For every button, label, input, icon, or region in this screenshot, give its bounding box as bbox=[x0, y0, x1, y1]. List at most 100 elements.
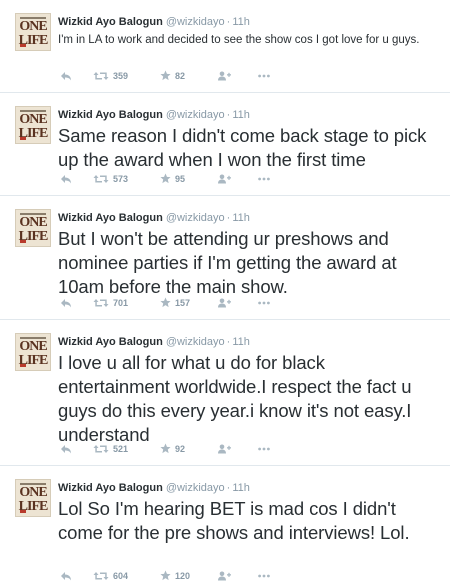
reply-icon bbox=[61, 571, 71, 581]
more-button[interactable] bbox=[258, 68, 270, 82]
tweet-text: But I won't be attending ur preshows and… bbox=[58, 228, 397, 297]
tweet-timestamp[interactable]: 11h bbox=[232, 336, 250, 348]
tweet-header: Wizkid Ayo Balogun @wizkidayo · 11h bbox=[58, 0, 440, 29]
user-handle[interactable]: @wizkidayo bbox=[166, 212, 225, 224]
follow-button[interactable] bbox=[218, 568, 231, 582]
favorite-button[interactable]: 120 bbox=[160, 568, 190, 582]
more-icon bbox=[258, 177, 270, 181]
reply-button[interactable] bbox=[60, 171, 72, 185]
follow-button[interactable] bbox=[218, 441, 231, 455]
follow-icon bbox=[218, 444, 231, 454]
tweet[interactable]: ONE LIFE Wizkid Ayo Balogun @wizkidayo · 11h… bbox=[0, 93, 450, 196]
favorite-count: 82 bbox=[175, 70, 186, 81]
tweet-header: Wizkid Ayo Balogun @wizkidayo · 11h bbox=[58, 466, 440, 495]
user-handle[interactable]: @wizkidayo bbox=[166, 109, 225, 121]
avatar[interactable]: ONE LIFE bbox=[15, 333, 51, 371]
avatar[interactable]: ONE LIFE bbox=[15, 479, 51, 517]
user-handle[interactable]: @wizkidayo bbox=[166, 482, 225, 494]
reply-icon bbox=[61, 298, 71, 308]
user-name[interactable]: Wizkid Ayo Balogun bbox=[58, 336, 163, 348]
avatar[interactable]: ONE LIFE bbox=[15, 106, 51, 144]
more-icon bbox=[258, 447, 270, 451]
reply-button[interactable] bbox=[60, 441, 72, 455]
user-name[interactable]: Wizkid Ayo Balogun bbox=[58, 16, 163, 28]
retweet-button[interactable]: 573 bbox=[93, 171, 128, 185]
more-button[interactable] bbox=[258, 568, 270, 582]
star-icon bbox=[160, 297, 171, 308]
star-icon bbox=[160, 70, 171, 81]
more-icon bbox=[258, 301, 270, 305]
user-name[interactable]: Wizkid Ayo Balogun bbox=[58, 212, 163, 224]
separator-dot: · bbox=[226, 336, 231, 348]
tweet-text: Lol So I'm hearing BET is mad cos I didn… bbox=[58, 498, 410, 543]
retweet-count: 604 bbox=[113, 570, 129, 581]
favorite-button[interactable]: 95 bbox=[160, 171, 185, 185]
favorite-button[interactable]: 92 bbox=[160, 441, 185, 455]
user-name[interactable]: Wizkid Ayo Balogun bbox=[58, 109, 163, 121]
tweet-timestamp[interactable]: 11h bbox=[232, 482, 250, 494]
tweet-timestamp[interactable]: 11h bbox=[232, 212, 250, 224]
follow-button[interactable] bbox=[218, 68, 231, 82]
star-icon bbox=[160, 443, 171, 454]
tweet-text: I'm in LA to work and decided to see the… bbox=[58, 34, 420, 46]
more-button[interactable] bbox=[258, 295, 270, 309]
separator-dot: · bbox=[226, 109, 231, 121]
tweet-text: I love u all for what u do for black ent… bbox=[58, 352, 412, 445]
separator-dot: · bbox=[226, 482, 231, 494]
more-icon bbox=[258, 74, 270, 78]
retweet-count: 573 bbox=[113, 173, 129, 184]
follow-icon bbox=[218, 298, 231, 308]
follow-button[interactable] bbox=[218, 295, 231, 309]
tweet-timeline: ONE LIFE Wizkid Ayo Balogun @wizkidayo · 11h… bbox=[0, 0, 450, 588]
tweet-header: Wizkid Ayo Balogun @wizkidayo · 11h bbox=[58, 93, 440, 122]
tweet-header: Wizkid Ayo Balogun @wizkidayo · 11h bbox=[58, 196, 440, 225]
star-icon bbox=[160, 173, 171, 184]
reply-icon bbox=[61, 71, 71, 81]
user-handle[interactable]: @wizkidayo bbox=[166, 336, 225, 348]
tweet[interactable]: ONE LIFE Wizkid Ayo Balogun @wizkidayo · 11h… bbox=[0, 466, 450, 588]
tweet-timestamp[interactable]: 11h bbox=[232, 109, 250, 121]
star-icon bbox=[160, 570, 171, 581]
favorite-count: 120 bbox=[175, 570, 191, 581]
tweet[interactable]: ONE LIFE Wizkid Ayo Balogun @wizkidayo · 11h… bbox=[0, 0, 450, 93]
reply-button[interactable] bbox=[60, 568, 72, 582]
retweet-icon bbox=[93, 71, 109, 80]
retweet-count: 521 bbox=[113, 443, 129, 454]
avatar[interactable]: ONE LIFE bbox=[15, 209, 51, 247]
retweet-button[interactable]: 359 bbox=[93, 68, 128, 82]
tweet-text: Same reason I didn't come back stage to … bbox=[58, 125, 427, 170]
more-button[interactable] bbox=[258, 171, 270, 185]
user-handle[interactable]: @wizkidayo bbox=[166, 16, 225, 28]
separator-dot: · bbox=[226, 212, 231, 224]
reply-button[interactable] bbox=[60, 68, 72, 82]
tweet-header: Wizkid Ayo Balogun @wizkidayo · 11h bbox=[58, 320, 440, 349]
user-name[interactable]: Wizkid Ayo Balogun bbox=[58, 482, 163, 494]
follow-button[interactable] bbox=[218, 171, 231, 185]
favorite-count: 92 bbox=[175, 443, 186, 454]
reply-icon bbox=[61, 174, 71, 184]
tweet[interactable]: ONE LIFE Wizkid Ayo Balogun @wizkidayo · 11h… bbox=[0, 320, 450, 466]
more-icon bbox=[258, 574, 270, 578]
retweet-count: 701 bbox=[113, 297, 129, 308]
follow-icon bbox=[218, 71, 231, 81]
retweet-button[interactable]: 701 bbox=[93, 295, 128, 309]
retweet-icon bbox=[93, 298, 109, 307]
reply-button[interactable] bbox=[60, 295, 72, 309]
favorite-count: 157 bbox=[175, 297, 191, 308]
separator-dot: · bbox=[226, 16, 231, 28]
retweet-button[interactable]: 521 bbox=[93, 441, 128, 455]
retweet-icon bbox=[93, 571, 109, 580]
favorite-count: 95 bbox=[175, 173, 186, 184]
follow-icon bbox=[218, 571, 231, 581]
tweet-timestamp[interactable]: 11h bbox=[232, 16, 250, 28]
follow-icon bbox=[218, 174, 231, 184]
retweet-button[interactable]: 604 bbox=[93, 568, 128, 582]
tweet[interactable]: ONE LIFE Wizkid Ayo Balogun @wizkidayo · 11h… bbox=[0, 196, 450, 320]
reply-icon bbox=[61, 444, 71, 454]
more-button[interactable] bbox=[258, 441, 270, 455]
retweet-icon bbox=[93, 444, 109, 453]
retweet-count: 359 bbox=[113, 70, 129, 81]
favorite-button[interactable]: 157 bbox=[160, 295, 190, 309]
favorite-button[interactable]: 82 bbox=[160, 68, 185, 82]
avatar[interactable]: ONE LIFE bbox=[15, 13, 51, 51]
